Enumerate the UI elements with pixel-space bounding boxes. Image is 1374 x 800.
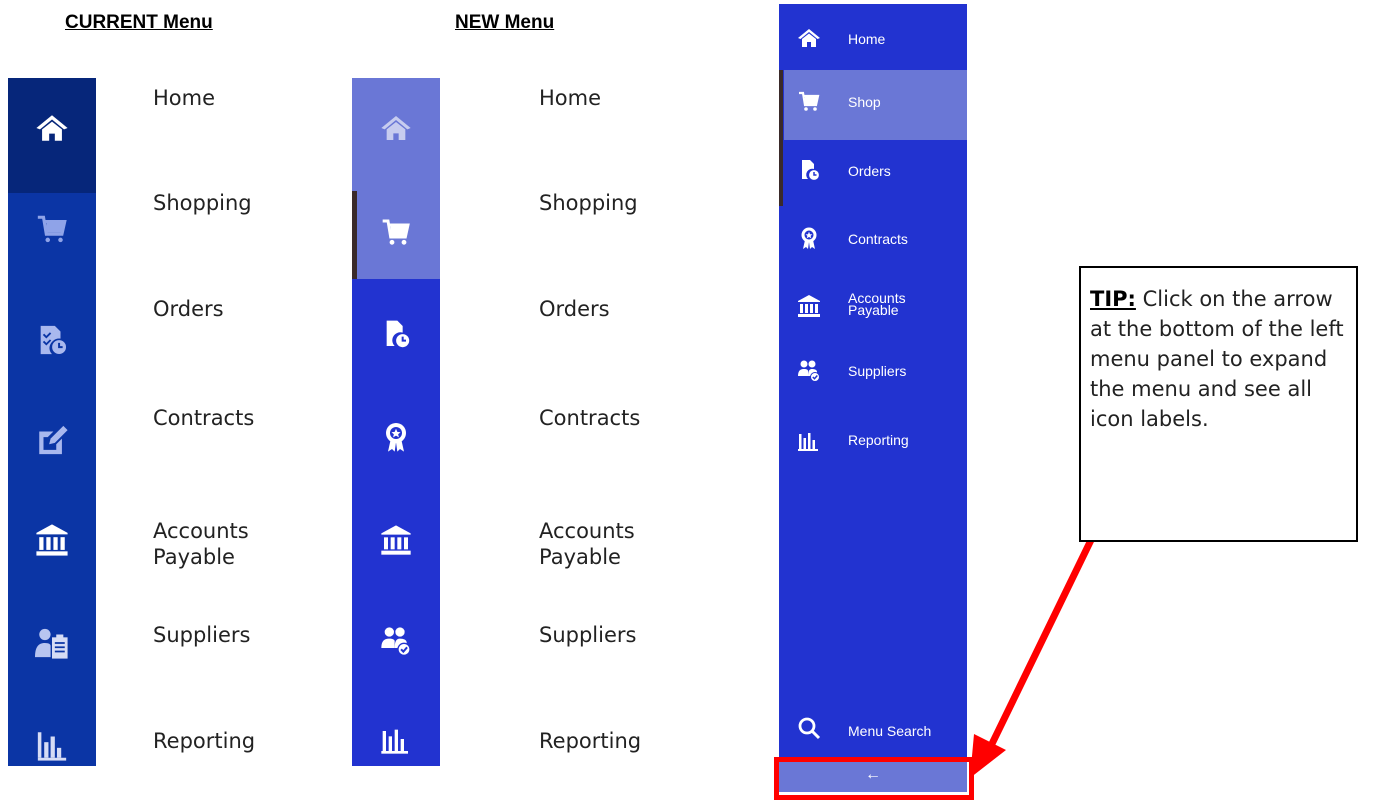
bar-chart-icon[interactable]	[352, 723, 440, 760]
expanded-label-accounts-line2: Payable	[848, 302, 899, 318]
expanded-label-reporting: Reporting	[848, 432, 909, 448]
expanded-item-suppliers[interactable]: Suppliers	[779, 352, 967, 392]
current-label-orders: Orders	[153, 297, 224, 321]
current-label-reporting: Reporting	[153, 729, 256, 753]
home-icon[interactable]	[8, 111, 96, 150]
current-label-suppliers: Suppliers	[153, 623, 251, 647]
callout-arrow	[970, 536, 1096, 778]
tip-callout: TIP: Click on the arrow at the bottom of…	[1079, 266, 1358, 542]
new-label-accounts: Accounts Payable	[539, 518, 635, 570]
expanded-item-orders[interactable]: Orders	[779, 152, 967, 192]
new-label-suppliers: Suppliers	[539, 623, 637, 647]
award-ribbon-icon[interactable]	[352, 421, 440, 458]
expanded-item-shop[interactable]: Shop	[779, 84, 967, 124]
current-menu-bar	[8, 78, 96, 766]
new-label-reporting: Reporting	[539, 729, 642, 753]
tip-text: TIP: Click on the arrow at the bottom of…	[1090, 284, 1352, 434]
current-label-accounts: Accounts Payable	[153, 518, 249, 570]
bank-icon[interactable]	[8, 523, 96, 562]
expanded-label-accounts-payable: Accounts Payable	[848, 291, 906, 318]
current-label-home: Home	[153, 86, 216, 110]
new-label-home: Home	[539, 86, 602, 110]
expanded-label-contracts: Contracts	[848, 231, 908, 247]
expanded-item-accounts-payable[interactable]: Accounts Payable	[779, 286, 967, 326]
new-menu-bar	[352, 78, 440, 766]
current-label-contracts: Contracts	[153, 406, 255, 430]
search-icon	[798, 717, 821, 740]
bank-icon[interactable]	[352, 524, 440, 561]
new-menu-heading: NEW Menu	[455, 12, 555, 33]
new-label-shopping: Shopping	[539, 191, 638, 215]
edit-document-icon[interactable]	[8, 423, 96, 462]
award-ribbon-icon	[801, 227, 817, 249]
expanded-item-reporting[interactable]: Reporting	[779, 420, 967, 460]
expanded-label-suppliers: Suppliers	[848, 363, 907, 379]
callout-highlight-box	[774, 757, 974, 800]
users-check-icon	[798, 360, 820, 382]
cart-icon[interactable]	[8, 213, 96, 252]
cart-icon	[799, 91, 820, 111]
expanded-label-orders: Orders	[848, 163, 891, 179]
expanded-menu-panel: Home Shop Orders Contracts Accounts Paya…	[779, 4, 967, 766]
menu-search-label: Menu Search	[848, 723, 932, 739]
current-menu-heading: CURRENT Menu	[65, 12, 213, 33]
new-label-contracts: Contracts	[539, 406, 641, 430]
current-label-shopping: Shopping	[153, 191, 252, 215]
bar-chart-icon	[798, 433, 818, 451]
order-clock-icon	[802, 160, 821, 182]
expanded-label-shop: Shop	[848, 94, 881, 110]
expanded-item-home[interactable]: Home	[779, 18, 967, 58]
new-label-accounts-line1: Accounts	[539, 519, 635, 543]
expanded-label-home: Home	[848, 31, 886, 47]
home-icon[interactable]	[352, 112, 440, 149]
cart-icon[interactable]	[352, 217, 440, 254]
new-label-orders: Orders	[539, 297, 610, 321]
tip-prefix: TIP:	[1090, 287, 1136, 311]
order-clock-icon[interactable]	[352, 318, 440, 355]
order-clock-icon[interactable]	[8, 323, 96, 362]
supplier-clipboard-icon[interactable]	[8, 626, 96, 665]
home-icon	[798, 29, 820, 47]
expanded-item-contracts[interactable]: Contracts	[779, 218, 967, 258]
users-check-icon[interactable]	[352, 624, 440, 661]
bar-chart-icon[interactable]	[8, 728, 96, 767]
new-label-accounts-line2: Payable	[539, 545, 621, 569]
current-label-accounts-line2: Payable	[153, 545, 235, 569]
current-label-accounts-line1: Accounts	[153, 519, 249, 543]
menu-search-button[interactable]: Menu Search	[779, 710, 967, 750]
bank-icon	[798, 295, 820, 317]
